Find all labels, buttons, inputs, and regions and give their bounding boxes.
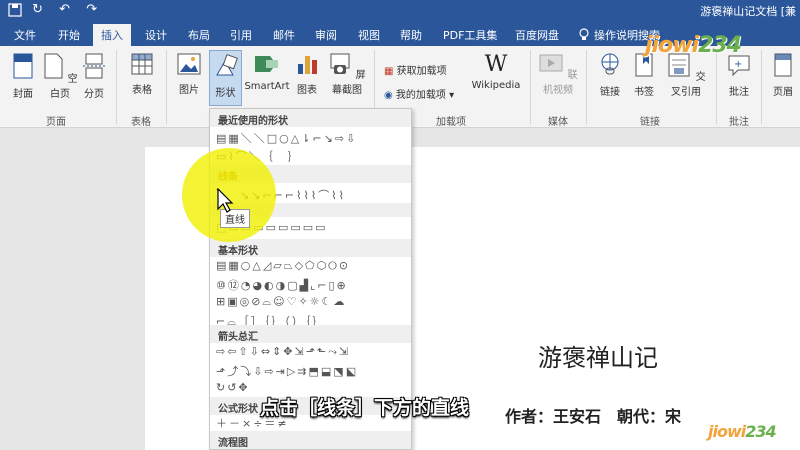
- picture-label: 图片: [179, 85, 199, 96]
- tab-baidu-netdisk[interactable]: 百度网盘: [515, 27, 559, 43]
- online-video-icon: [539, 54, 563, 72]
- separator: [761, 50, 762, 124]
- basic-shapes-row[interactable]: ⊞▣◎⊘⌓☺♡✧☼☾☁: [216, 295, 411, 309]
- chart-label: 图表: [297, 85, 317, 96]
- basic-shapes-row[interactable]: ▤▦○△◿▱⏢◇⬠⬡⭘⊙: [216, 259, 411, 273]
- section-basic-shapes: 基本形状: [210, 239, 411, 257]
- table-button[interactable]: 表格: [125, 52, 159, 96]
- page-break-icon: [83, 53, 105, 79]
- tab-review[interactable]: 审阅: [315, 27, 337, 43]
- store-icon: ▦: [384, 66, 394, 77]
- my-addins-button[interactable]: ◉ 我的加载项 ▾: [384, 86, 454, 101]
- page-break-button[interactable]: 分页: [80, 52, 108, 100]
- smartart-button[interactable]: SmartArt: [244, 52, 290, 92]
- table-label: 表格: [132, 85, 152, 96]
- group-addins-label: 加载项: [436, 117, 466, 128]
- header-button[interactable]: 页眉: [768, 52, 798, 98]
- watermark-logo: jiowi234: [645, 33, 742, 58]
- cross-reference-button[interactable]: 交叉引用: [662, 52, 710, 98]
- wikipedia-label: Wikipedia: [471, 80, 521, 91]
- picture-button[interactable]: 图片: [174, 52, 204, 96]
- tab-pdf-tools[interactable]: PDF工具集: [443, 27, 497, 43]
- watermark-logo: jiowi234: [708, 422, 777, 441]
- basic-shapes-row[interactable]: ⑩⑫◔◕◐◑▢▟⌞⌐▯⊕: [216, 277, 411, 293]
- separator: [166, 50, 167, 124]
- straight-line-shape[interactable]: ＼: [216, 186, 411, 202]
- svg-text:+: +: [734, 59, 742, 70]
- online-video-button[interactable]: 联机视频: [536, 52, 580, 96]
- bookmark-label: 书签: [634, 87, 654, 98]
- block-arrows-row[interactable]: ⬏⤴⤵⇩⇨⇥▷⇉⬒⬓⬔⬕: [216, 363, 411, 379]
- save-icon[interactable]: [8, 2, 22, 17]
- tab-mailings[interactable]: 邮件: [273, 27, 295, 43]
- recent-shapes-row[interactable]: ▤▦＼＼□○△⇂⌐↘⇨⇩: [216, 130, 411, 146]
- title-bar: ↻ ↶ ↷ 游褒禅山记文档 [兼: [0, 0, 800, 22]
- cover-page-label: 封面: [13, 89, 33, 100]
- bookmark-button[interactable]: 书签: [630, 52, 658, 98]
- separator: [530, 50, 531, 124]
- page-break-label: 分页: [84, 89, 104, 100]
- tab-home[interactable]: 开始: [58, 27, 80, 43]
- table-icon: [131, 53, 153, 75]
- tab-help[interactable]: 帮助: [400, 27, 422, 43]
- document-author-line: 作者：王安石 朝代：宋: [505, 407, 682, 426]
- lightbulb-icon: [579, 28, 589, 40]
- section-recent-shapes: 最近使用的形状: [210, 109, 411, 127]
- smartart-icon: [255, 56, 278, 72]
- document-title: 游褒禅山记文档 [兼: [700, 5, 796, 18]
- get-addins-label: 获取加载项: [396, 66, 447, 77]
- screenshot-icon: [330, 53, 350, 74]
- group-table-label: 表格: [131, 117, 151, 128]
- cover-page-button[interactable]: 封面: [8, 52, 38, 100]
- shapes-label: 形状: [215, 88, 236, 99]
- tab-insert[interactable]: 插入: [93, 24, 131, 46]
- separator: [586, 50, 587, 124]
- wikipedia-button[interactable]: W Wikipedia: [470, 52, 522, 91]
- mouse-cursor-icon: [217, 188, 234, 213]
- link-label: 链接: [600, 87, 620, 98]
- group-media-label: 媒体: [548, 117, 568, 128]
- cover-page-icon: [13, 53, 33, 79]
- group-comments-label: 批注: [729, 117, 749, 128]
- header-label: 页眉: [773, 87, 793, 98]
- document-heading: 游褒禅山记: [538, 344, 658, 372]
- group-pages-label: 页面: [46, 117, 66, 128]
- section-flowchart: 流程图: [210, 431, 411, 449]
- screenshot-button[interactable]: 屏幕截图: [324, 52, 370, 96]
- tab-design[interactable]: 设计: [145, 27, 167, 43]
- tab-references[interactable]: 引用: [230, 27, 252, 43]
- addins-icon: ◉: [384, 90, 393, 101]
- block-arrows-row[interactable]: ⇨⇦⇧⇩⇔⇕✥⇲⬏⬑⤳⇲: [216, 345, 411, 359]
- get-addins-button[interactable]: ▦ 获取加载项: [384, 62, 447, 77]
- section-block-arrows: 箭头总汇: [210, 325, 411, 343]
- shapes-button[interactable]: 形状: [209, 50, 242, 106]
- link-button[interactable]: 链接: [596, 52, 624, 98]
- group-links-label: 链接: [640, 117, 660, 128]
- comment-label: 批注: [729, 87, 749, 98]
- separator: [716, 50, 717, 124]
- header-icon: [774, 53, 792, 77]
- blank-page-icon: [44, 53, 63, 79]
- video-subtitle: 点击［线条］下方的直线: [260, 397, 470, 419]
- link-icon: [601, 53, 619, 75]
- comment-button[interactable]: + 批注: [724, 52, 754, 98]
- tab-layout[interactable]: 布局: [188, 27, 210, 43]
- picture-icon: [177, 53, 201, 75]
- separator: [116, 50, 117, 124]
- dropdown-arrow-icon: ▾: [449, 90, 455, 101]
- tab-file[interactable]: 文件: [14, 27, 36, 43]
- chart-icon: [298, 56, 317, 74]
- wikipedia-icon: W: [484, 52, 508, 77]
- shapes-icon: [215, 53, 238, 76]
- chart-button[interactable]: 图表: [294, 52, 320, 96]
- undo-redo-icons[interactable]: ↻ ↶ ↷: [32, 2, 103, 17]
- smartart-label: SmartArt: [244, 81, 290, 92]
- quick-access-toolbar[interactable]: ↻ ↶ ↷: [8, 2, 103, 17]
- blank-page-button[interactable]: 空白页: [42, 52, 78, 100]
- my-addins-label: 我的加载项: [395, 90, 446, 101]
- tab-view[interactable]: 视图: [358, 27, 380, 43]
